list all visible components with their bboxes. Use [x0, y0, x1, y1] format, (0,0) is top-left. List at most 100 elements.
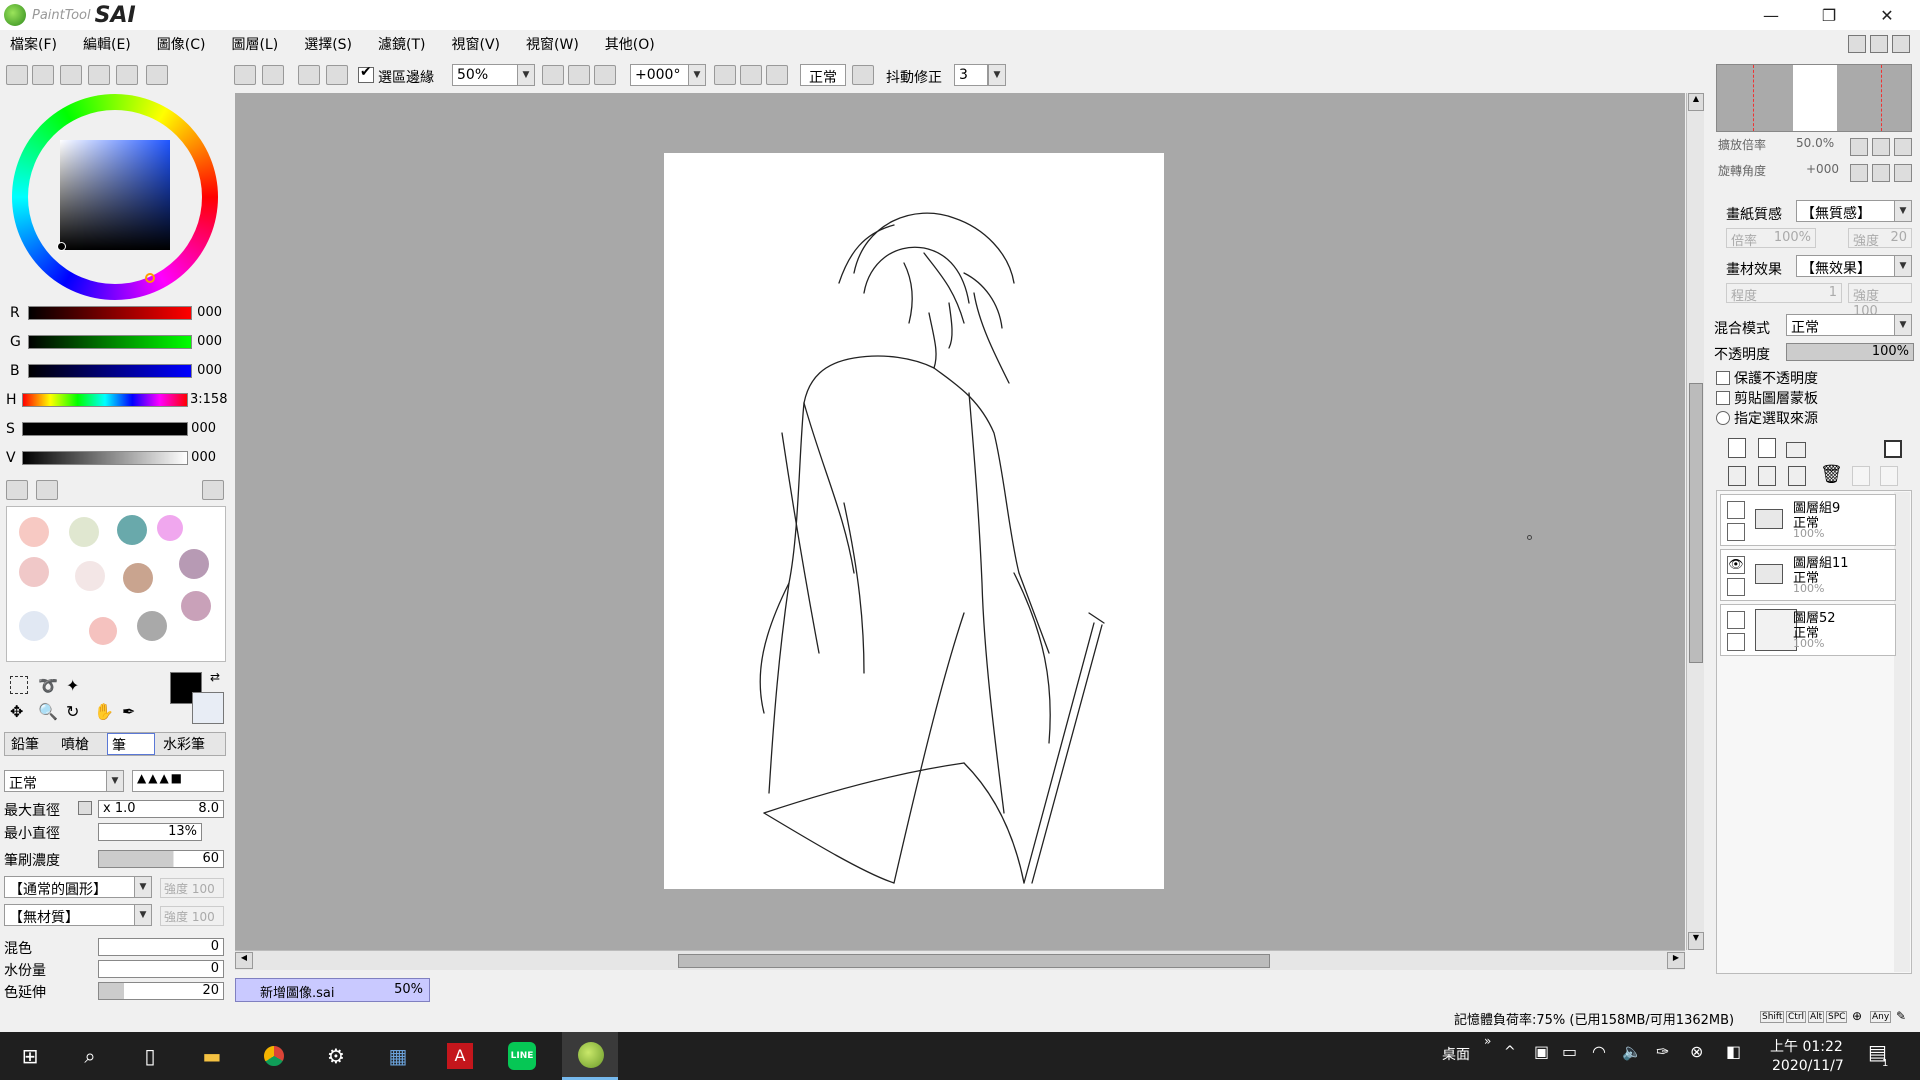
selection-source-radio[interactable]	[1716, 411, 1730, 425]
tab-watercolor[interactable]: 水彩筆	[159, 733, 209, 755]
swatch[interactable]	[123, 563, 153, 593]
sai-taskbar-button[interactable]	[562, 1032, 618, 1080]
paper-texture-field[interactable]: 【無質感】	[1796, 200, 1896, 222]
view-mode-field[interactable]: 正常	[800, 64, 846, 86]
swatch-options-button[interactable]	[202, 480, 224, 500]
nav-zoom-in-button[interactable]	[1872, 138, 1890, 156]
swatch[interactable]	[19, 611, 49, 641]
swatch[interactable]	[137, 611, 167, 641]
layer-select-toggle[interactable]	[1727, 633, 1745, 651]
stretch-slider[interactable]: 20	[98, 982, 224, 1000]
chrome-icon[interactable]	[258, 1040, 290, 1072]
vertical-scrollbar[interactable]: ▲ ▼	[1686, 93, 1704, 950]
s-slider[interactable]	[22, 422, 188, 436]
menu-window[interactable]: 視窗(W)	[526, 34, 579, 54]
nav-rotate-left-button[interactable]	[1850, 164, 1868, 182]
blend-mode-dropdown[interactable]: ▼	[1894, 314, 1912, 336]
sv-square[interactable]	[60, 140, 170, 250]
task-view-icon[interactable]: ▯	[134, 1040, 166, 1072]
horizontal-scroll-thumb[interactable]	[678, 954, 1270, 968]
wifi-icon[interactable]: ◠	[1592, 1042, 1606, 1061]
pen-tray-icon[interactable]: ✑	[1656, 1042, 1669, 1061]
scroll-left-arrow[interactable]: ◀	[235, 952, 253, 969]
sv-cursor[interactable]	[57, 242, 66, 251]
max-size-toggle[interactable]	[78, 801, 92, 815]
brush-texture-dropdown[interactable]: ▼	[134, 904, 152, 926]
close-button[interactable]: ✕	[1858, 0, 1916, 30]
opacity-slider[interactable]: 100%	[1786, 343, 1914, 361]
nav-zoom-reset-button[interactable]	[1894, 138, 1912, 156]
g-slider[interactable]	[28, 335, 192, 349]
menu-edit[interactable]: 編輯(E)	[83, 34, 131, 54]
color-wheel-mode-icon[interactable]	[6, 65, 28, 85]
hand-icon[interactable]: ✋	[94, 702, 114, 721]
rotate-reset-button[interactable]	[766, 65, 788, 85]
navigator-preview[interactable]	[1716, 64, 1912, 132]
menu-image[interactable]: 圖像(C)	[157, 34, 206, 54]
density-slider[interactable]: 60	[98, 850, 224, 868]
tab-pencil[interactable]: 鉛筆	[7, 733, 43, 755]
secondary-color[interactable]	[192, 692, 224, 724]
tab-brush[interactable]: 筆	[107, 733, 155, 755]
swap-color-icon[interactable]: ⇄	[210, 670, 220, 684]
menu-select[interactable]: 選擇(S)	[304, 34, 352, 54]
menu-layer[interactable]: 圖層(L)	[231, 34, 278, 54]
eyedropper-icon[interactable]: ✒	[122, 702, 140, 721]
zoom-in-button[interactable]	[568, 65, 590, 85]
merge-down-icon[interactable]	[1728, 466, 1746, 486]
water-slider[interactable]: 0	[98, 960, 224, 978]
zoom-dropdown-arrow[interactable]: ▼	[517, 64, 535, 86]
brush-texture-strength[interactable]: 強度 100	[160, 906, 224, 926]
clipping-checkbox[interactable]	[1716, 391, 1730, 405]
swatch[interactable]	[75, 561, 105, 591]
min-size-slider[interactable]: 13%	[98, 823, 202, 841]
stabilizer-dropdown-arrow[interactable]: ▼	[988, 64, 1006, 86]
effect-degree-field[interactable]: 程度 1	[1726, 283, 1842, 304]
battery-icon[interactable]: ▭	[1562, 1042, 1577, 1061]
mix-slider[interactable]: 0	[98, 938, 224, 956]
menu-view[interactable]: 視窗(V)	[452, 34, 501, 54]
color-mixer-mode-icon[interactable]	[146, 65, 168, 85]
scroll-down-arrow[interactable]: ▼	[1688, 932, 1704, 950]
hue-cursor[interactable]	[145, 273, 155, 283]
nav-rotate-right-button[interactable]	[1872, 164, 1890, 182]
restore-button[interactable]: ❐	[1800, 0, 1858, 30]
scratchpad[interactable]	[6, 506, 226, 662]
paper-scale-field[interactable]: 倍率 100%	[1726, 228, 1816, 249]
rotation-dropdown-arrow[interactable]: ▼	[688, 64, 706, 86]
h-slider[interactable]	[22, 393, 188, 407]
zoom-reset-button[interactable]	[594, 65, 616, 85]
calculator-icon[interactable]: ▦	[382, 1040, 414, 1072]
merge-visible-icon[interactable]	[1758, 466, 1776, 486]
brush-shape-strength[interactable]: 強度 100	[160, 878, 224, 898]
clock-date[interactable]: 2020/11/7	[1772, 1058, 1844, 1074]
clock-time[interactable]: 上午 01:22	[1770, 1036, 1843, 1056]
search-icon[interactable]: ⌕	[74, 1040, 106, 1072]
minimize-button[interactable]: —	[1742, 0, 1800, 30]
drawing-canvas[interactable]	[664, 153, 1164, 889]
brush-shape-dropdown[interactable]: ▼	[134, 876, 152, 898]
delete-layer-icon[interactable]: 🗑	[1820, 464, 1843, 485]
zoom-out-button[interactable]	[542, 65, 564, 85]
brush-texture-field[interactable]: 【無材質】	[4, 904, 144, 926]
scratchpad-mode-icon[interactable]	[116, 65, 138, 85]
brush-shape-field[interactable]: 【通常的圓形】	[4, 876, 144, 898]
swatch[interactable]	[19, 557, 49, 587]
preserve-opacity-checkbox[interactable]	[1716, 371, 1730, 385]
paper-texture-dropdown[interactable]: ▼	[1894, 200, 1912, 222]
layer-select-toggle[interactable]	[1727, 578, 1745, 596]
swatch[interactable]	[69, 517, 99, 547]
tray-app-icon[interactable]: ▣	[1534, 1042, 1549, 1061]
rect-select-icon[interactable]	[10, 676, 28, 694]
desktop-label[interactable]: 桌面	[1442, 1044, 1470, 1064]
effect-dropdown[interactable]: ▼	[1894, 255, 1912, 277]
deselect-button[interactable]	[298, 65, 320, 85]
undo-button[interactable]	[234, 65, 256, 85]
layer-select-toggle[interactable]	[1727, 523, 1745, 541]
layer-mask-icon[interactable]	[1884, 440, 1902, 458]
acrobat-icon[interactable]: A	[444, 1040, 476, 1072]
tray-chevron-icon[interactable]: ^	[1504, 1044, 1516, 1060]
blend-mode-field[interactable]: 正常	[1786, 314, 1896, 336]
new-folder-icon[interactable]	[1786, 442, 1806, 458]
panel-maximize-button[interactable]	[1870, 35, 1888, 53]
